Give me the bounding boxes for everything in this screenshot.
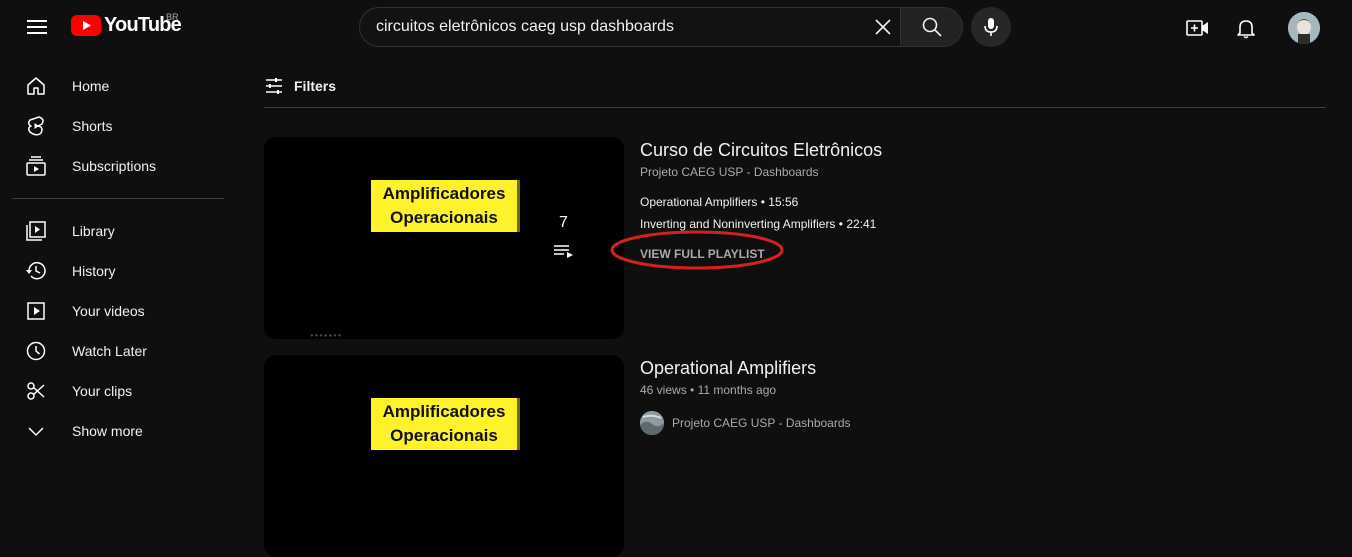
search-input[interactable]	[376, 8, 856, 46]
library-icon	[24, 219, 48, 243]
thumbnail-dots: ●●●●●●●	[310, 333, 343, 339]
bell-icon	[1237, 20, 1255, 39]
sidebar-item-label: Your clips	[72, 383, 133, 399]
results-divider	[264, 107, 1326, 108]
sidebar-item-watch-later[interactable]: Watch Later	[12, 331, 224, 371]
video-age: 11 months ago	[697, 383, 777, 397]
sidebar-item-label: Home	[72, 78, 110, 94]
filters-label: Filters	[294, 78, 337, 94]
create-button[interactable]	[1183, 13, 1213, 43]
shorts-icon	[24, 114, 48, 138]
thumbnail-label: Amplificadores Operacionais	[371, 398, 517, 450]
sidebar-item-home[interactable]: Home	[12, 66, 224, 106]
thumbnail-text-line-2: Operacionais	[390, 208, 498, 227]
filters-icon	[266, 78, 282, 94]
playlist-channel[interactable]: Projeto CAEG USP - Dashboards	[640, 165, 819, 179]
your-videos-icon	[24, 299, 48, 323]
sidebar-item-label: Library	[72, 223, 115, 239]
top-bar: YouTube BR	[0, 0, 1352, 56]
video-thumbnail[interactable]: Amplificadores Operacionais	[264, 355, 624, 557]
search-box	[359, 7, 901, 47]
view-full-playlist-link[interactable]: VIEW FULL PLAYLIST	[640, 247, 765, 261]
playlist-item-duration: 15:56	[768, 195, 799, 209]
playlist-video-count: 7	[559, 214, 568, 231]
playlist-thumbnail[interactable]: Amplificadores Operacionais ●●●●●●●	[264, 137, 624, 339]
sidebar-item-label: History	[72, 263, 116, 279]
voice-search-button[interactable]	[971, 7, 1011, 47]
sidebar-item-your-videos[interactable]: Your videos	[12, 291, 224, 331]
sidebar-item-subscriptions[interactable]: Subscriptions	[12, 146, 224, 186]
sidebar-item-label: Your videos	[72, 303, 145, 319]
youtube-play-icon	[71, 15, 101, 36]
chevron-down-icon	[24, 419, 48, 443]
thumbnail-text-line-1: Amplificadores	[382, 184, 506, 203]
avatar[interactable]	[1288, 12, 1320, 44]
channel-name: Projeto CAEG USP - Dashboards	[672, 416, 851, 430]
youtube-logo[interactable]: YouTube BR	[71, 12, 182, 37]
video-metadata: 46 views • 11 months ago	[640, 383, 777, 397]
filters-button[interactable]: Filters	[264, 76, 336, 96]
thumbnail-text-line-1: Amplificadores	[382, 402, 506, 421]
sidebar-item-your-clips[interactable]: Your clips	[12, 371, 224, 411]
create-video-icon	[1186, 20, 1208, 36]
playlist-item-title: Operational Amplifiers	[640, 195, 758, 209]
search-button[interactable]	[900, 7, 963, 47]
playlist-icon	[553, 244, 575, 258]
sidebar-item-label: Watch Later	[72, 343, 147, 359]
sidebar-item-history[interactable]: History	[12, 251, 224, 291]
sidebar-item-show-more[interactable]: Show more	[12, 411, 224, 451]
thumbnail-text-line-2: Operacionais	[390, 426, 498, 445]
subscriptions-icon	[24, 154, 48, 178]
history-icon	[24, 259, 48, 283]
playlist-item[interactable]: Operational Amplifiers • 15:56	[640, 195, 798, 209]
watch-later-icon	[24, 339, 48, 363]
video-channel[interactable]: Projeto CAEG USP - Dashboards	[640, 411, 851, 435]
country-code: BR	[166, 12, 179, 22]
playlist-title[interactable]: Curso de Circuitos Eletrônicos	[640, 140, 882, 161]
sidebar-item-label: Shorts	[72, 118, 113, 134]
clear-search-button[interactable]	[870, 14, 896, 40]
sidebar-item-label: Subscriptions	[72, 158, 157, 174]
home-icon	[24, 74, 48, 98]
video-title[interactable]: Operational Amplifiers	[640, 358, 816, 379]
scissors-icon	[24, 379, 48, 403]
sidebar: Home Shorts Subscriptions Library Histor…	[0, 56, 240, 447]
microphone-icon	[984, 18, 998, 36]
close-icon	[875, 19, 891, 35]
search-icon	[922, 17, 942, 37]
thumbnail-label: Amplificadores Operacionais	[371, 180, 517, 232]
sidebar-divider	[12, 198, 224, 199]
menu-icon[interactable]	[20, 10, 54, 44]
sidebar-item-label: Show more	[72, 423, 143, 439]
sidebar-item-library[interactable]: Library	[12, 211, 224, 251]
video-views: 46 views	[640, 383, 687, 397]
sidebar-item-shorts[interactable]: Shorts	[12, 106, 224, 146]
notifications-button[interactable]	[1231, 13, 1261, 43]
channel-avatar[interactable]	[640, 411, 664, 435]
playlist-item-duration: 22:41	[846, 217, 877, 231]
